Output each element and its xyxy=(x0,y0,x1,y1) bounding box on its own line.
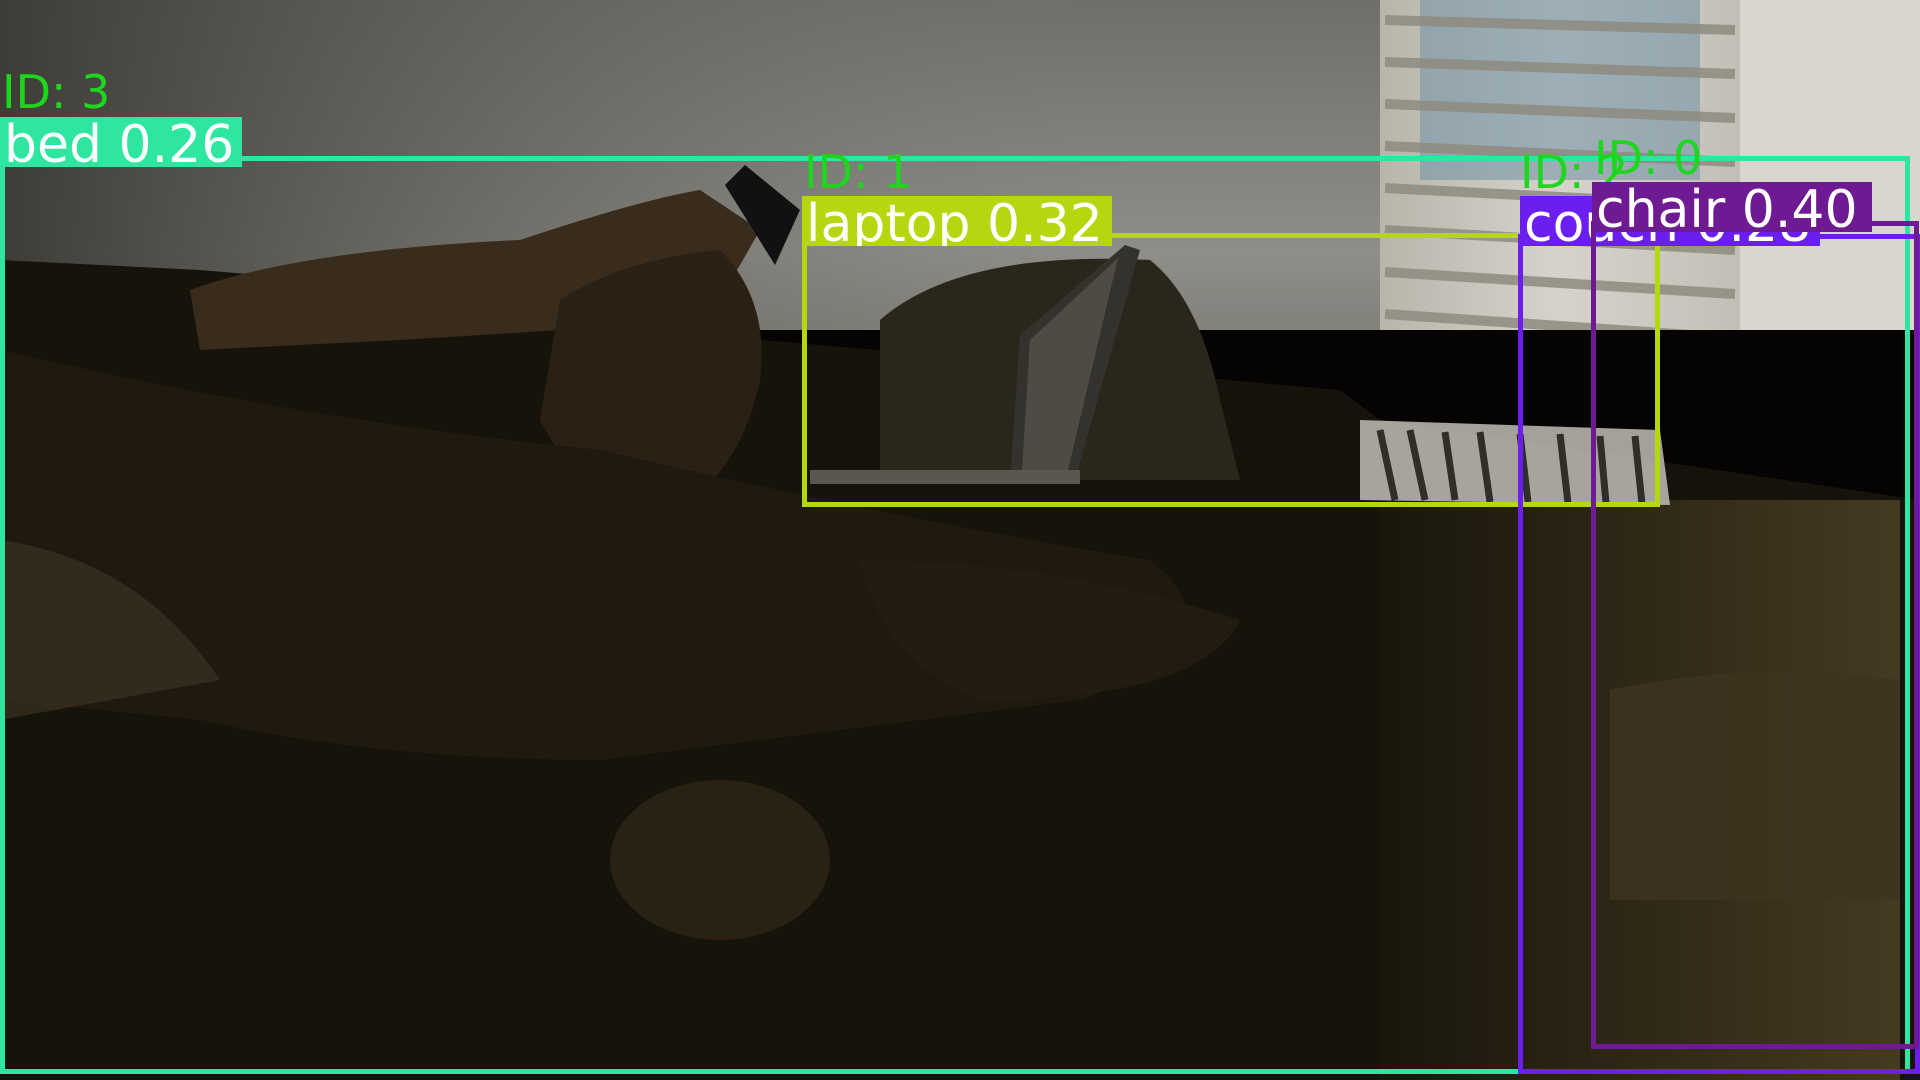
chair-track-id: ID: 0 xyxy=(1594,131,1703,185)
bed-track-id: ID: 3 xyxy=(2,65,111,119)
photo-scene: bed 0.26 ID: 3 laptop 0.32 ID: 1 couch 0… xyxy=(0,0,1920,1080)
laptop-label: laptop 0.32 xyxy=(802,196,1112,246)
chair-label: chair 0.40 xyxy=(1592,182,1872,232)
laptop-track-id: ID: 1 xyxy=(804,145,913,199)
bed-label: bed 0.26 xyxy=(0,117,242,167)
chair-bounding-box xyxy=(1591,221,1919,1049)
